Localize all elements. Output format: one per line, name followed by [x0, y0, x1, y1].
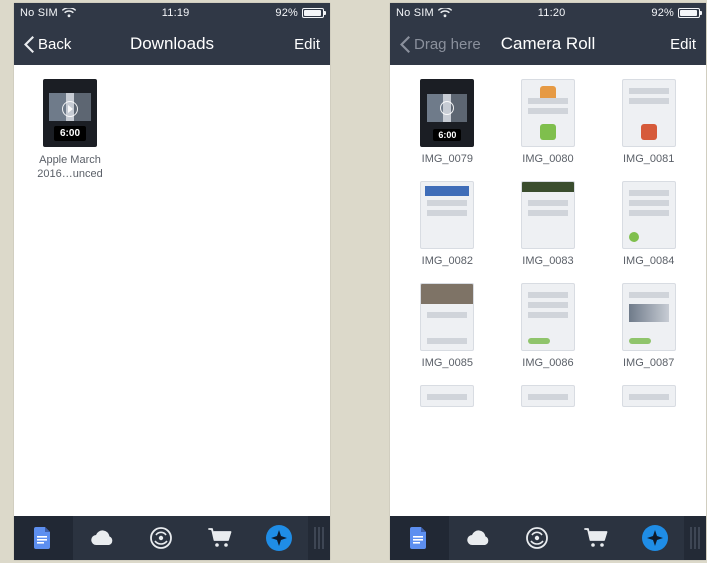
tab-drag-handle[interactable]	[684, 516, 706, 560]
play-icon	[62, 101, 78, 117]
battery-icon	[678, 8, 700, 18]
nav-bar: Back Downloads Edit	[14, 23, 330, 65]
photo-thumbnail	[521, 181, 575, 249]
photo-item[interactable]	[402, 385, 493, 413]
wifi-icon	[62, 8, 76, 18]
status-battery-pct: 92%	[651, 7, 674, 19]
status-carrier: No SIM	[20, 7, 58, 19]
phone-right-camera-roll: No SIM 11:20 92% Drag here Camera Roll E…	[390, 3, 706, 560]
tab-cloud[interactable]	[449, 516, 508, 560]
photo-label: IMG_0086	[503, 357, 594, 369]
photo-item[interactable]: IMG_0082	[402, 181, 493, 267]
edit-button[interactable]: Edit	[294, 36, 320, 53]
back-button[interactable]: Back	[24, 36, 71, 53]
compass-icon	[647, 530, 663, 546]
chevron-left-icon	[400, 36, 410, 53]
photo-item[interactable]	[603, 385, 694, 413]
photo-item[interactable]: IMG_0083	[503, 181, 594, 267]
hotspot-icon	[150, 527, 172, 549]
photo-thumbnail	[622, 283, 676, 351]
status-carrier: No SIM	[396, 7, 434, 19]
photo-label: IMG_0080	[503, 153, 594, 165]
tab-drag-handle[interactable]	[308, 516, 330, 560]
photo-thumbnail	[521, 283, 575, 351]
photo-label: IMG_0079	[402, 153, 493, 165]
tab-compass[interactable]	[249, 516, 308, 560]
photo-thumbnail	[521, 385, 575, 407]
edit-button[interactable]: Edit	[670, 36, 696, 53]
video-duration-badge: 6:00	[54, 126, 86, 141]
tab-cloud[interactable]	[73, 516, 132, 560]
tab-compass[interactable]	[625, 516, 684, 560]
status-bar: No SIM 11:20 92%	[390, 3, 706, 23]
photo-thumbnail	[420, 181, 474, 249]
photo-item[interactable]: IMG_0081	[603, 79, 694, 165]
status-bar: No SIM 11:19 92%	[14, 3, 330, 23]
chevron-left-icon	[24, 36, 34, 53]
video-duration-badge: 6:00	[433, 129, 461, 141]
tab-bar	[14, 516, 330, 560]
photo-item[interactable]: IMG_0087	[603, 283, 694, 369]
tab-hotspot[interactable]	[508, 516, 567, 560]
photo-label: IMG_0085	[402, 357, 493, 369]
tab-bar	[390, 516, 706, 560]
camera-roll-content: 6:00 IMG_0079 IMG_0080 IMG_0081 IMG_0082	[390, 65, 706, 516]
status-time: 11:19	[162, 7, 190, 19]
photo-item[interactable]: IMG_0080	[503, 79, 594, 165]
file-icon	[410, 527, 428, 549]
photo-item[interactable]: IMG_0086	[503, 283, 594, 369]
back-drag-area[interactable]: Drag here	[400, 36, 481, 53]
battery-icon	[302, 8, 324, 18]
photo-item[interactable]: IMG_0084	[603, 181, 694, 267]
hotspot-icon	[526, 527, 548, 549]
status-battery-pct: 92%	[275, 7, 298, 19]
tab-hotspot[interactable]	[132, 516, 191, 560]
photo-thumbnail	[622, 79, 676, 147]
photo-label: IMG_0081	[603, 153, 694, 165]
cloud-icon	[465, 530, 491, 546]
photo-item[interactable]: IMG_0085	[402, 283, 493, 369]
phone-left-downloads: No SIM 11:19 92% Back Downloads Edit	[14, 3, 330, 560]
cart-icon	[584, 528, 608, 548]
compass-icon	[271, 530, 287, 546]
back-label: Back	[38, 36, 71, 53]
nav-bar: Drag here Camera Roll Edit	[390, 23, 706, 65]
photo-thumbnail	[521, 79, 575, 147]
photo-label: IMG_0084	[603, 255, 694, 267]
wifi-icon	[438, 8, 452, 18]
download-label: Apple March 2016…unced	[26, 153, 114, 182]
photo-thumbnail	[622, 385, 676, 407]
file-icon	[34, 527, 52, 549]
download-thumbnail: 6:00	[43, 79, 97, 147]
status-time: 11:20	[538, 7, 566, 19]
download-item[interactable]: 6:00 Apple March 2016…unced	[26, 79, 114, 182]
photo-item[interactable]	[503, 385, 594, 413]
photo-label: IMG_0087	[603, 357, 694, 369]
photo-thumbnail	[622, 181, 676, 249]
photo-thumbnail	[420, 283, 474, 351]
tab-cart[interactable]	[190, 516, 249, 560]
tab-files[interactable]	[14, 516, 73, 560]
tab-files[interactable]	[390, 516, 449, 560]
photo-item[interactable]: 6:00 IMG_0079	[402, 79, 493, 165]
back-label: Drag here	[414, 36, 481, 53]
cart-icon	[208, 528, 232, 548]
tab-cart[interactable]	[566, 516, 625, 560]
cloud-icon	[89, 530, 115, 546]
downloads-content: 6:00 Apple March 2016…unced	[14, 65, 330, 516]
photo-label: IMG_0082	[402, 255, 493, 267]
play-icon	[440, 101, 454, 115]
photo-thumbnail	[420, 385, 474, 407]
photo-thumbnail: 6:00	[420, 79, 474, 147]
photo-label: IMG_0083	[503, 255, 594, 267]
